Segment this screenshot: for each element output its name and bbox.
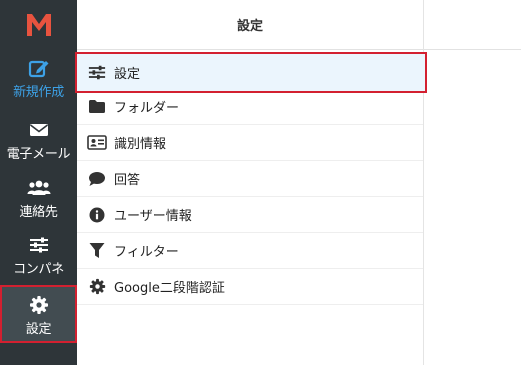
rail-contacts-label: 連絡先	[19, 205, 58, 220]
gear-icon	[87, 278, 107, 296]
gear-icon	[29, 295, 49, 315]
rail-settings[interactable]: 設定	[0, 285, 77, 343]
rail-contacts[interactable]: 連絡先	[0, 178, 77, 220]
menu-item-label: 識別情報	[114, 137, 167, 152]
filter-icon	[87, 242, 107, 260]
menu-item-folders[interactable]: フォルダー	[77, 89, 423, 125]
menu-item-label: フィルター	[114, 245, 179, 260]
sliders-icon	[87, 64, 107, 82]
menu-item-label: ユーザー情報	[114, 209, 192, 224]
menu-item-identities[interactable]: 識別情報	[77, 125, 423, 161]
mail-logo-icon	[26, 14, 51, 36]
menu-item-google-2fa[interactable]: Google二段階認証	[77, 269, 423, 305]
folder-icon	[87, 98, 107, 116]
menu-item-settings[interactable]: 設定	[75, 52, 427, 93]
envelope-icon	[29, 120, 49, 140]
logo[interactable]	[0, 0, 77, 50]
menu-item-responses[interactable]: 回答	[77, 161, 423, 197]
compose-icon	[28, 58, 50, 78]
content-pane-header	[424, 0, 521, 50]
nav-rail: 新規作成 電子メール 連絡先 コンパネ 設定	[0, 0, 77, 365]
rail-cpanel-label: コンパネ	[13, 262, 64, 277]
speech-bubble-icon	[87, 170, 107, 188]
menu-item-label: Google二段階認証	[114, 281, 225, 296]
rail-cpanel[interactable]: コンパネ	[0, 235, 77, 277]
rail-email-label: 電子メール	[6, 147, 71, 162]
info-icon	[87, 206, 107, 224]
id-card-icon	[87, 134, 107, 152]
menu-item-label: フォルダー	[114, 101, 180, 116]
menu-item-user-info[interactable]: ユーザー情報	[77, 197, 423, 233]
menu-item-filters[interactable]: フィルター	[77, 233, 423, 269]
sliders-icon	[29, 235, 49, 255]
menu-item-label: 設定	[114, 67, 141, 82]
rail-compose[interactable]: 新規作成	[0, 58, 77, 100]
page-title: 設定	[77, 0, 423, 50]
settings-menu-column: 設定 設定 フォルダー 識別情報 回答 ユーザー情報 フィルター Google二…	[75, 0, 427, 365]
rail-settings-label: 設定	[25, 322, 52, 337]
menu-item-label: 回答	[114, 173, 141, 188]
contacts-icon	[27, 178, 51, 198]
rail-compose-label: 新規作成	[13, 85, 64, 100]
rail-email[interactable]: 電子メール	[0, 120, 77, 162]
